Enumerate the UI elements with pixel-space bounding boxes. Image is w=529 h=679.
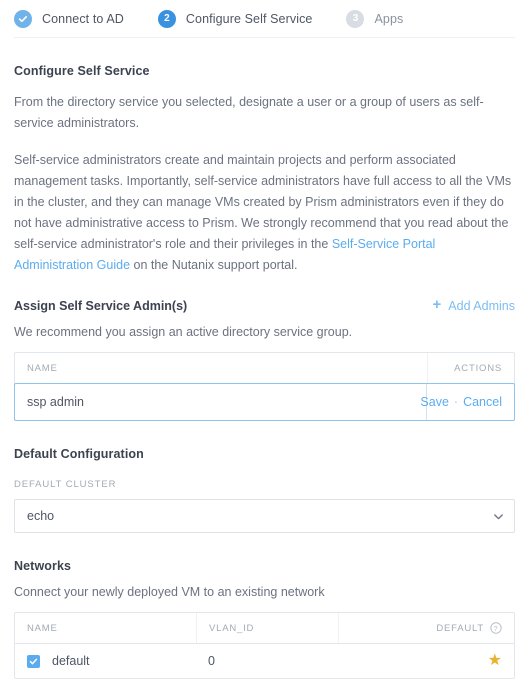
network-name-cell: default [15,644,196,678]
save-button[interactable]: Save [420,395,449,409]
check-icon [14,9,32,28]
networks-table-row: default 0 ★ [15,644,514,678]
step-connect-to-ad[interactable]: Connect to AD [14,9,124,28]
network-name-label: default [52,654,90,668]
question-circle-icon[interactable]: ? [490,621,502,637]
wizard-stepper: Connect to AD 2 Configure Self Service 3… [0,0,529,37]
admins-table-header: NAME ACTIONS [15,353,514,384]
step-number-badge-2: 2 [157,9,176,28]
network-vlan-cell: 0 [208,654,215,668]
cancel-button[interactable]: Cancel [463,395,502,409]
admin-name-input[interactable]: ssp admin [15,384,426,420]
details-paragraph-part1: Self-service administrators create and m… [14,153,512,251]
networks-hint: Connect your newly deployed VM to an exi… [14,585,325,599]
networks-title: Networks [14,559,72,573]
network-default-cell: ★ [338,644,514,678]
step-label-apps: Apps [374,11,404,26]
networks-column-default: DEFAULT ? [338,613,514,643]
main-content: Configure Self Service From the director… [0,64,529,679]
admins-table-row[interactable]: ssp admin Save · Cancel [14,383,515,421]
admins-table: NAME ACTIONS ssp admin Save · Cancel [14,352,515,421]
assign-admins-title: Assign Self Service Admin(s) [14,298,188,313]
star-icon[interactable]: ★ [488,653,502,669]
intro-paragraph: From the directory service you selected,… [14,95,484,130]
admins-column-actions: ACTIONS [427,353,514,383]
admin-row-actions: Save · Cancel [420,384,514,420]
networks-table-header: NAME VLAN_ID DEFAULT ? [15,613,514,644]
details-paragraph-part2: on the Nutanix support portal. [130,258,298,272]
default-cluster-label: DEFAULT CLUSTER [14,479,117,490]
plus-icon: + [432,296,442,313]
networks-table: NAME VLAN_ID DEFAULT ? default 0 ★ [14,612,515,679]
add-admins-button[interactable]: + Add Admins [432,296,515,313]
svg-text:?: ? [494,623,499,632]
step-number-badge-3: 3 [346,9,365,28]
network-select-checkbox[interactable] [27,654,40,668]
page-title: Configure Self Service [14,64,150,78]
header-divider [14,37,515,38]
default-cluster-select[interactable]: echo [14,499,515,533]
default-cluster-value: echo [27,509,55,523]
assign-admins-header: Assign Self Service Admin(s) + Add Admin… [14,296,515,313]
details-paragraph: Self-service administrators create and m… [14,150,515,276]
action-separator: · [453,395,459,409]
default-cluster-field: echo [14,499,515,533]
networks-column-vlan: VLAN_ID [196,613,338,643]
networks-column-default-label: DEFAULT [436,622,484,634]
networks-column-name: NAME [27,622,58,634]
step-configure-self-service[interactable]: 2 Configure Self Service [157,9,313,28]
assign-admins-hint: We recommend you assign an active direct… [14,325,353,339]
step-label-connect-to-ad: Connect to AD [42,11,124,26]
default-configuration-title: Default Configuration [14,447,144,461]
add-admins-label: Add Admins [448,298,515,313]
step-label-configure-self-service: Configure Self Service [185,11,313,26]
admins-column-name: NAME [27,362,58,374]
step-apps[interactable]: 3 Apps [346,9,404,28]
